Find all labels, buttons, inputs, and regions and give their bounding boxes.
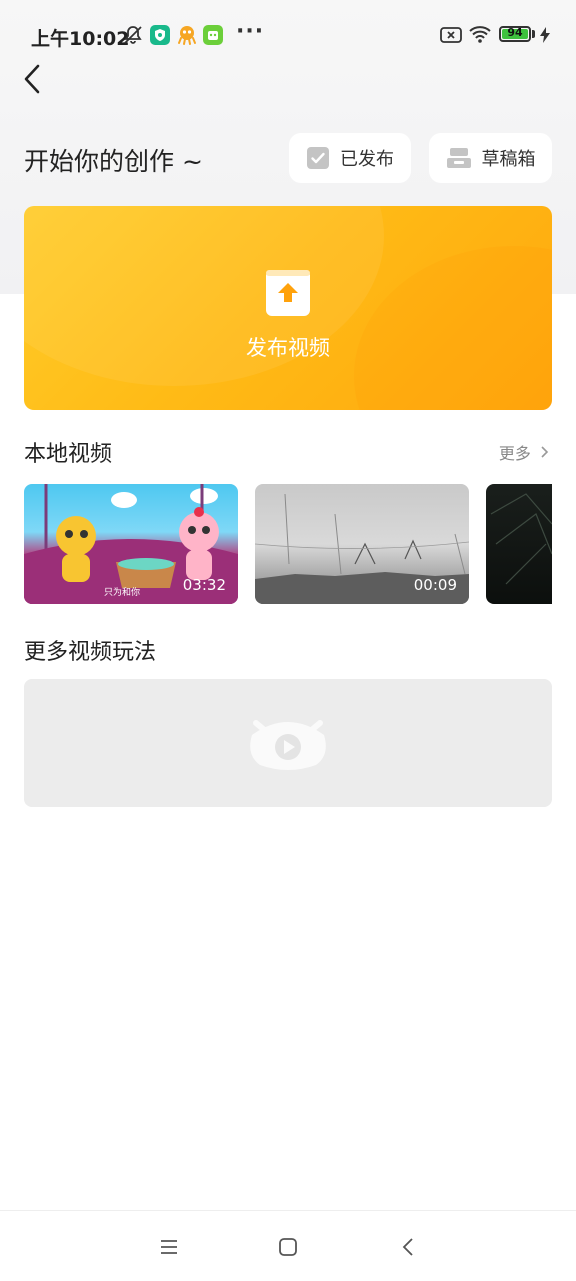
home-button[interactable]	[274, 1233, 302, 1261]
more-features-title: 更多视频玩法	[24, 640, 157, 665]
status-bar: 上午10:02 ··· 94	[0, 0, 576, 70]
publish-video-label: 发布视频	[246, 336, 330, 360]
shield-app-icon	[150, 25, 170, 45]
system-nav-bar	[0, 1210, 576, 1281]
back-icon	[24, 64, 40, 94]
published-label: 已发布	[340, 149, 394, 170]
battery-icon: 94	[499, 26, 531, 42]
night-scene-image	[490, 493, 552, 585]
video-thumbnail[interactable]: 00:09	[255, 484, 469, 604]
menu-button[interactable]	[155, 1233, 183, 1261]
published-button[interactable]: 已发布	[289, 133, 411, 183]
battery-cap	[532, 30, 535, 38]
octopus-app-icon	[178, 26, 196, 45]
mute-bell-icon	[124, 26, 142, 44]
more-label: 更多	[498, 444, 531, 463]
features-placeholder-card[interactable]	[24, 679, 552, 807]
status-time: 上午10:02	[31, 28, 130, 50]
back-button[interactable]	[16, 58, 52, 102]
charging-icon	[540, 27, 550, 43]
nav-back-button[interactable]	[395, 1233, 423, 1261]
video-thumbnail[interactable]: 只为和你 03:32	[24, 484, 238, 604]
drafts-label: 草稿箱	[481, 149, 536, 170]
chevron-right-icon	[541, 446, 549, 458]
robot-app-icon	[203, 25, 223, 45]
menu-icon	[161, 1240, 177, 1254]
publish-video-card[interactable]: 发布视频	[24, 206, 552, 410]
video-thumbnail[interactable]	[486, 484, 552, 604]
card-decoration	[354, 246, 552, 410]
drafts-button[interactable]: 草稿箱	[429, 133, 552, 183]
more-link[interactable]: 更多	[499, 440, 550, 464]
status-more-dots: ···	[236, 19, 265, 44]
page-title: 开始你的创作 ~	[24, 147, 203, 176]
wifi-icon	[469, 26, 491, 43]
drafts-icon	[446, 148, 471, 168]
checkbox-icon	[307, 147, 329, 169]
app-logo-placeholder-icon	[250, 720, 326, 770]
upload-icon	[266, 270, 310, 316]
nav-back-icon	[402, 1238, 413, 1256]
home-icon	[279, 1238, 297, 1256]
video-duration: 03:32	[182, 576, 226, 594]
video-duration: 00:09	[413, 576, 457, 594]
sim-off-icon	[440, 27, 462, 43]
subtitle-caption: 只为和你	[104, 586, 140, 598]
battery-level: 94	[507, 26, 523, 39]
local-videos-title: 本地视频	[24, 442, 113, 467]
